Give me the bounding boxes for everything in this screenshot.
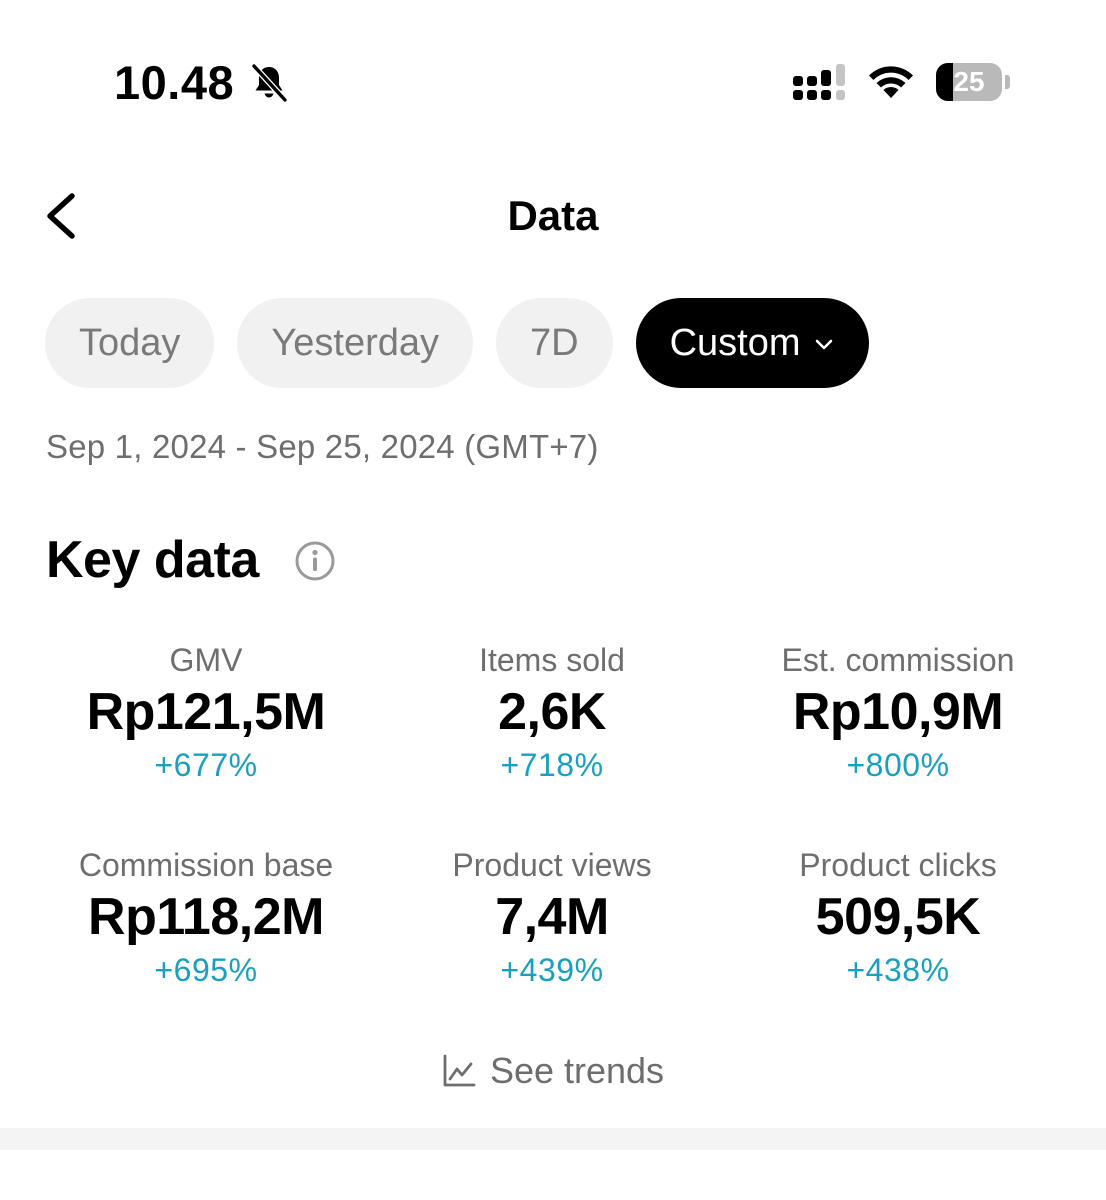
metric-change: +695% (154, 952, 258, 988)
metric-commission-base[interactable]: Commission base Rp118,2M +695% (33, 845, 379, 991)
metric-change: +718% (500, 747, 604, 783)
line-chart-icon (443, 1054, 476, 1087)
metric-product-views[interactable]: Product views 7,4M +439% (379, 845, 725, 991)
metric-label: Product clicks (799, 847, 997, 883)
date-range: Sep 1, 2024 - Sep 25, 2024 (GMT+7) (46, 428, 599, 465)
metric-value: 2,6K (498, 683, 606, 741)
metric-label: GMV (169, 642, 243, 678)
metric-label: Est. commission (781, 642, 1015, 678)
wifi-icon (869, 66, 913, 98)
metric-est-commission[interactable]: Est. commission Rp10,9M +800% (725, 640, 1071, 786)
page-title: Data (507, 192, 599, 239)
section-divider (0, 1128, 1106, 1150)
metric-value: Rp121,5M (86, 683, 326, 741)
nav-header: Data (0, 180, 1106, 250)
metric-value: 509,5K (815, 888, 981, 946)
metric-value: Rp10,9M (792, 683, 1004, 741)
metric-label: Product views (452, 847, 652, 883)
bell-slash-icon (251, 63, 288, 103)
metric-items-sold[interactable]: Items sold 2,6K +718% (379, 640, 725, 786)
metric-change: +438% (846, 952, 950, 988)
metric-change: +439% (500, 952, 604, 988)
status-time: 10.48 (114, 56, 235, 109)
metric-value: Rp118,2M (88, 888, 324, 946)
info-icon[interactable] (294, 540, 336, 582)
chip-custom-label: Custom (669, 322, 801, 364)
see-trends: See trends (0, 1048, 1106, 1098)
metric-value: 7,4M (495, 888, 609, 946)
metric-change: +800% (846, 747, 950, 783)
metric-gmv[interactable]: GMV Rp121,5M +677% (33, 640, 379, 786)
metric-label: Commission base (78, 847, 334, 883)
battery-level: 25 (953, 66, 985, 97)
metric-change: +677% (154, 747, 258, 783)
see-trends-button[interactable]: See trends (442, 1048, 664, 1094)
metric-label: Items sold (479, 642, 625, 678)
battery-icon: 25 (936, 63, 1010, 101)
metric-product-clicks[interactable]: Product clicks 509,5K +438% (725, 845, 1071, 991)
chip-yesterday[interactable]: Yesterday (237, 298, 474, 388)
signal-icon (793, 64, 845, 100)
see-trends-label: See trends (489, 1050, 665, 1091)
chip-today[interactable]: Today (45, 298, 215, 388)
status-bar: 10.48 25 (0, 0, 1106, 150)
chevron-down-icon (815, 339, 832, 350)
chip-7d[interactable]: 7D (496, 298, 613, 388)
chip-custom[interactable]: Custom (635, 298, 869, 388)
section-title-key-data: Key data (46, 531, 259, 589)
date-filter-chips: Today Yesterday 7D Custom (45, 298, 869, 388)
